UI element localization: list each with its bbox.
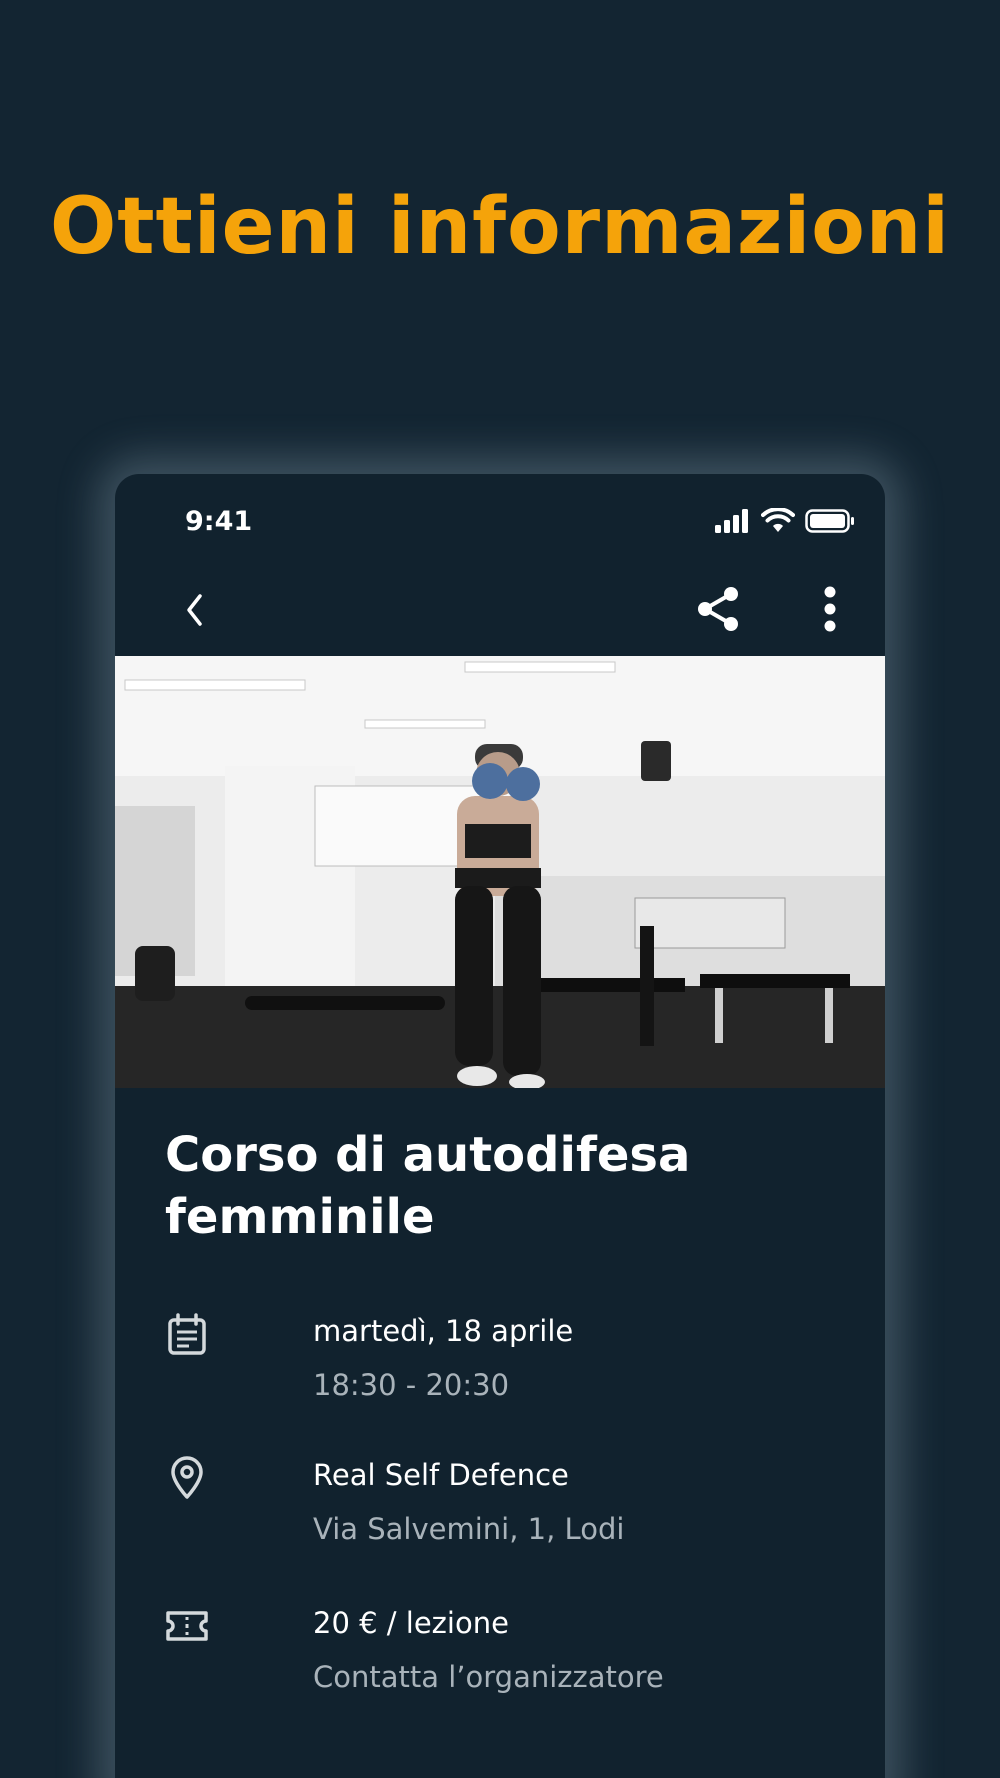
chevron-left-icon	[187, 594, 202, 626]
calendar-icon	[168, 1313, 206, 1355]
more-vertical-icon	[824, 586, 836, 632]
nav-bar	[115, 564, 885, 656]
status-icons	[715, 508, 855, 534]
contact-organizer-link[interactable]: Contatta l’organizzatore	[313, 1660, 664, 1694]
battery-icon	[805, 509, 854, 533]
event-title: Corso di autodifesa femminile	[165, 1127, 691, 1245]
share-icon	[698, 587, 738, 631]
share-button[interactable]	[695, 584, 743, 634]
event-time: 18:30 - 20:30	[313, 1368, 510, 1402]
event-photo	[115, 656, 885, 1088]
location-pin-icon	[171, 1456, 203, 1499]
gym-photo-illustration	[115, 656, 885, 1088]
venue-name[interactable]: Real Self Defence	[313, 1458, 569, 1492]
back-button[interactable]	[175, 588, 215, 632]
headline: Ottieni informazioni	[49, 182, 951, 272]
wifi-icon	[761, 508, 795, 532]
event-price: 20 € / lezione	[313, 1606, 509, 1640]
status-time: 9:41	[185, 506, 253, 537]
ticket-icon	[166, 1611, 208, 1641]
more-options-button[interactable]	[815, 584, 845, 634]
phone-screen: 9:41 Corso di autodifesa femminile marte…	[115, 474, 885, 1778]
status-bar: 9:41	[115, 474, 885, 564]
venue-address[interactable]: Via Salvemini, 1, Lodi	[313, 1512, 624, 1546]
event-date: martedì, 18 aprile	[313, 1314, 574, 1348]
cellular-signal-icon	[715, 509, 748, 533]
